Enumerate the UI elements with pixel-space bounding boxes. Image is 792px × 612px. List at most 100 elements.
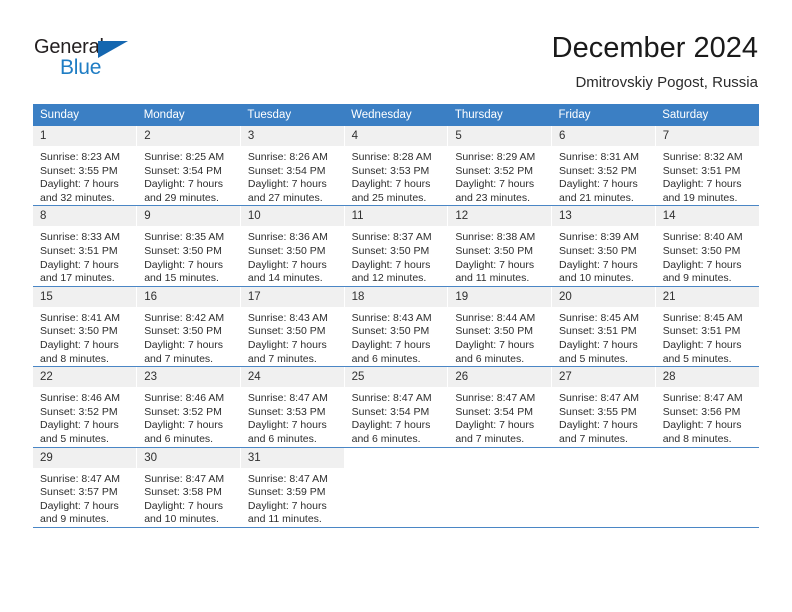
daylight-text-line2: and 7 minutes. xyxy=(455,432,525,445)
weekday-header-monday: Monday xyxy=(136,104,241,126)
day-info: Sunrise: 8:23 AM Sunset: 3:55 PM Daylight:… xyxy=(33,146,136,205)
calendar-day-cell[interactable]: 6 Sunrise: 8:31 AM Sunset: 3:52 PM Daylight… xyxy=(551,126,656,207)
calendar-day-cell[interactable]: 3 Sunrise: 8:26 AM Sunset: 3:54 PM Daylight… xyxy=(239,126,345,207)
day-number: 18 xyxy=(344,286,448,307)
calendar-day-cell[interactable]: 1 Sunrise: 8:23 AM Sunset: 3:55 PM Daylight… xyxy=(33,126,138,207)
daylight-text-line2: and 17 minutes. xyxy=(40,272,115,285)
calendar-day-cell[interactable]: 21 Sunrise: 8:45 AM Sunset: 3:51 PM Dayligh… xyxy=(654,286,759,368)
calendar-day-cell[interactable]: 19 Sunrise: 8:44 AM Sunset: 3:50 PM Dayligh… xyxy=(447,286,553,368)
day-number: 28 xyxy=(655,367,759,388)
calendar-day-cell[interactable]: 8 Sunrise: 8:33 AM Sunset: 3:51 PM Daylight… xyxy=(33,205,138,287)
sunset-text: Sunset: 3:50 PM xyxy=(144,244,222,257)
day-info xyxy=(345,468,448,473)
day-info: Sunrise: 8:47 AM Sunset: 3:57 PM Daylight:… xyxy=(33,468,136,527)
sunrise-text: Sunrise: 8:45 AM xyxy=(559,311,639,324)
sunrise-text: Sunrise: 8:47 AM xyxy=(247,392,328,405)
daylight-text-line1: Daylight: 7 hours xyxy=(559,338,638,351)
day-number: 5 xyxy=(448,126,552,146)
calendar-day-cell[interactable]: 28 Sunrise: 8:47 AM Sunset: 3:56 PM Dayligh… xyxy=(654,366,759,448)
calendar-week-row: 1 Sunrise: 8:23 AM Sunset: 3:55 PM Daylight… xyxy=(33,126,759,207)
calendar-day-cell[interactable]: 13 Sunrise: 8:39 AM Sunset: 3:50 PM Dayligh… xyxy=(551,205,656,287)
daylight-text-line2: and 10 minutes. xyxy=(559,272,634,285)
calendar-day-cell[interactable]: 26 Sunrise: 8:47 AM Sunset: 3:54 PM Dayligh… xyxy=(447,366,553,448)
daylight-text-line2: and 9 minutes. xyxy=(662,272,732,285)
calendar-day-cell[interactable]: 31 Sunrise: 8:47 AM Sunset: 3:59 PM Dayligh… xyxy=(239,447,345,528)
weekday-header-thursday: Thursday xyxy=(447,104,552,126)
sunrise-text: Sunrise: 8:47 AM xyxy=(247,472,328,485)
calendar-day-cell[interactable]: 7 Sunrise: 8:32 AM Sunset: 3:51 PM Daylight… xyxy=(654,126,759,207)
daylight-text-line1: Daylight: 7 hours xyxy=(40,178,119,191)
daylight-text-line2: and 6 minutes. xyxy=(247,432,317,445)
calendar-body: 1 Sunrise: 8:23 AM Sunset: 3:55 PM Daylight… xyxy=(33,126,759,528)
daylight-text-line2: and 6 minutes. xyxy=(455,352,525,365)
sunset-text: Sunset: 3:54 PM xyxy=(247,164,326,177)
calendar-week-row: 29 Sunrise: 8:47 AM Sunset: 3:57 PM Dayligh… xyxy=(33,447,759,528)
generalblue-logo[interactable]: General Blue xyxy=(34,36,144,82)
calendar-day-cell[interactable]: 23 Sunrise: 8:46 AM Sunset: 3:52 PM Dayligh… xyxy=(136,366,241,448)
calendar-day-cell[interactable]: 30 Sunrise: 8:47 AM Sunset: 3:58 PM Dayligh… xyxy=(136,447,241,528)
calendar-day-cell[interactable]: 14 Sunrise: 8:40 AM Sunset: 3:50 PM Dayligh… xyxy=(654,205,759,287)
calendar-week-row: 8 Sunrise: 8:33 AM Sunset: 3:51 PM Daylight… xyxy=(33,205,759,287)
sunrise-text: Sunrise: 8:47 AM xyxy=(455,392,536,405)
daylight-text-line2: and 7 minutes. xyxy=(559,432,628,445)
daylight-text-line2: and 11 minutes. xyxy=(455,272,530,285)
calendar-day-cell[interactable]: 5 Sunrise: 8:29 AM Sunset: 3:52 PM Daylight… xyxy=(447,126,553,207)
day-info: Sunrise: 8:42 AM Sunset: 3:50 PM Daylight:… xyxy=(137,307,240,366)
daylight-text-line2: and 15 minutes. xyxy=(144,272,219,285)
day-number: 9 xyxy=(137,206,240,227)
daylight-text-line1: Daylight: 7 hours xyxy=(144,258,223,271)
day-info xyxy=(448,468,551,473)
weekday-header-tuesday: Tuesday xyxy=(240,104,345,126)
sunrise-text: Sunrise: 8:47 AM xyxy=(144,472,225,485)
daylight-text-line1: Daylight: 7 hours xyxy=(144,178,223,191)
calendar-day-cell[interactable]: 15 Sunrise: 8:41 AM Sunset: 3:50 PM Dayligh… xyxy=(33,286,138,368)
calendar-day-cell[interactable]: 24 Sunrise: 8:47 AM Sunset: 3:53 PM Dayligh… xyxy=(239,366,345,448)
sunset-text: Sunset: 3:55 PM xyxy=(559,405,637,418)
sunset-text: Sunset: 3:57 PM xyxy=(40,486,118,499)
day-number: 29 xyxy=(33,447,137,468)
sunset-text: Sunset: 3:52 PM xyxy=(559,164,637,177)
sunset-text: Sunset: 3:50 PM xyxy=(662,244,741,257)
day-number: 15 xyxy=(33,286,137,307)
calendar-day-cell[interactable]: 18 Sunrise: 8:43 AM Sunset: 3:50 PM Dayligh… xyxy=(343,286,449,368)
calendar-day-cell[interactable]: 2 Sunrise: 8:25 AM Sunset: 3:54 PM Daylight… xyxy=(136,126,241,207)
sunrise-text: Sunrise: 8:47 AM xyxy=(40,472,120,485)
calendar-day-cell[interactable]: 27 Sunrise: 8:47 AM Sunset: 3:55 PM Dayligh… xyxy=(551,366,656,448)
sunset-text: Sunset: 3:56 PM xyxy=(662,405,741,418)
calendar-day-cell[interactable]: 22 Sunrise: 8:46 AM Sunset: 3:52 PM Dayligh… xyxy=(33,366,138,448)
sunset-text: Sunset: 3:50 PM xyxy=(40,325,118,338)
day-info: Sunrise: 8:35 AM Sunset: 3:50 PM Daylight:… xyxy=(137,226,240,285)
day-number: 10 xyxy=(240,206,344,227)
calendar-day-cell[interactable]: 25 Sunrise: 8:47 AM Sunset: 3:54 PM Dayligh… xyxy=(343,366,449,448)
calendar-page: General Blue December 2024 Dmitrovskiy P… xyxy=(0,0,792,612)
calendar-cell-empty xyxy=(343,447,449,528)
daylight-text-line2: and 8 minutes. xyxy=(662,432,732,445)
day-info: Sunrise: 8:41 AM Sunset: 3:50 PM Daylight:… xyxy=(33,307,136,366)
day-number xyxy=(448,447,552,468)
calendar-day-cell[interactable]: 11 Sunrise: 8:37 AM Sunset: 3:50 PM Dayligh… xyxy=(343,205,449,287)
daylight-text-line2: and 7 minutes. xyxy=(247,352,317,365)
day-info: Sunrise: 8:47 AM Sunset: 3:59 PM Daylight:… xyxy=(241,468,344,527)
calendar-day-cell[interactable]: 16 Sunrise: 8:42 AM Sunset: 3:50 PM Dayligh… xyxy=(136,286,241,368)
day-number: 7 xyxy=(655,126,759,146)
day-number xyxy=(655,447,759,468)
calendar-day-cell[interactable]: 10 Sunrise: 8:36 AM Sunset: 3:50 PM Dayligh… xyxy=(239,205,345,287)
daylight-text-line2: and 6 minutes. xyxy=(351,352,421,365)
calendar-day-cell[interactable]: 17 Sunrise: 8:43 AM Sunset: 3:50 PM Dayligh… xyxy=(239,286,345,368)
calendar-day-cell[interactable]: 12 Sunrise: 8:38 AM Sunset: 3:50 PM Dayligh… xyxy=(447,205,553,287)
day-info: Sunrise: 8:47 AM Sunset: 3:54 PM Daylight:… xyxy=(448,387,551,446)
calendar-day-cell[interactable]: 20 Sunrise: 8:45 AM Sunset: 3:51 PM Dayligh… xyxy=(551,286,656,368)
calendar-day-cell[interactable]: 4 Sunrise: 8:28 AM Sunset: 3:53 PM Daylight… xyxy=(343,126,449,207)
day-info: Sunrise: 8:43 AM Sunset: 3:50 PM Daylight:… xyxy=(345,307,448,366)
calendar-table: Sunday Monday Tuesday Wednesday Thursday… xyxy=(33,104,759,528)
sunset-text: Sunset: 3:50 PM xyxy=(144,325,222,338)
daylight-text-line2: and 8 minutes. xyxy=(40,352,109,365)
daylight-text-line2: and 25 minutes. xyxy=(351,191,427,204)
daylight-text-line2: and 5 minutes. xyxy=(40,432,109,445)
day-number: 26 xyxy=(448,367,552,388)
day-info: Sunrise: 8:44 AM Sunset: 3:50 PM Daylight:… xyxy=(448,307,551,366)
calendar-day-cell[interactable]: 9 Sunrise: 8:35 AM Sunset: 3:50 PM Daylight… xyxy=(136,205,241,287)
title-block: December 2024 Dmitrovskiy Pogost, Russia xyxy=(552,30,758,94)
daylight-text-line2: and 29 minutes. xyxy=(144,191,219,204)
calendar-day-cell[interactable]: 29 Sunrise: 8:47 AM Sunset: 3:57 PM Dayligh… xyxy=(33,447,138,528)
